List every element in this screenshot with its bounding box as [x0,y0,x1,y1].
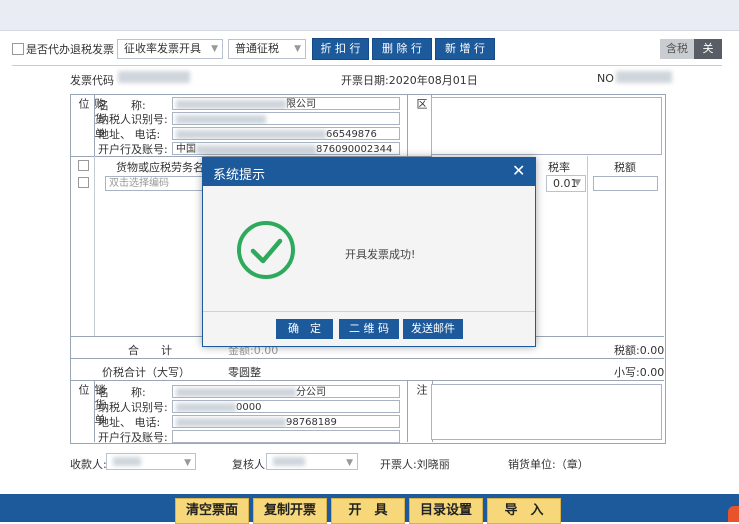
success-check-icon [236,220,296,280]
dialog-footer-divider [203,311,535,312]
qrcode-button[interactable]: 二 维 码 [339,319,399,339]
confirm-button[interactable]: 确 定 [276,319,333,339]
system-prompt-dialog: 系统提示 ✕ 开具发票成功! 确 定 二 维 码 发送邮件 [202,157,536,347]
dialog-title: 系统提示 [213,168,266,183]
dialog-header: 系统提示 ✕ [203,158,535,186]
close-icon[interactable]: ✕ [512,161,525,181]
send-email-button[interactable]: 发送邮件 [403,319,463,339]
dialog-message: 开具发票成功! [345,248,416,261]
